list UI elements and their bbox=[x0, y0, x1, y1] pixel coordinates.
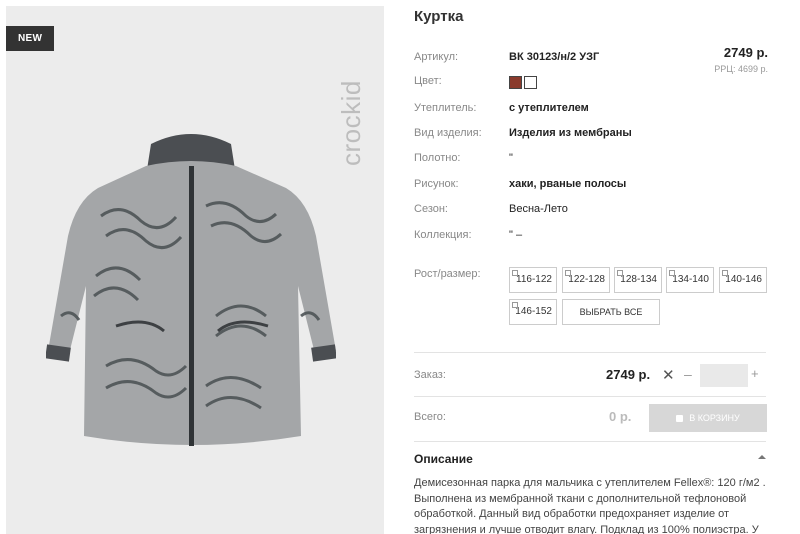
spec-value: хаки, рваные полосы bbox=[509, 178, 627, 190]
order-label: Заказ: bbox=[414, 369, 446, 381]
new-badge: NEW bbox=[6, 26, 55, 51]
brand-logo: crockid bbox=[336, 80, 366, 166]
description-heading[interactable]: Описание bbox=[414, 452, 473, 466]
quantity-input[interactable] bbox=[700, 364, 748, 387]
product-info-panel: Куртка 2749 р. РРЦ: 4699 р. Артикул: ВК … bbox=[414, 0, 774, 534]
spec-value: Весна-Лето bbox=[509, 203, 568, 215]
size-option-146-152[interactable]: 146-152 bbox=[509, 299, 557, 325]
product-image-panel[interactable]: NEW crockid bbox=[6, 6, 384, 534]
checkbox-icon bbox=[617, 270, 623, 276]
size-option-140-146[interactable]: 140-146 bbox=[719, 267, 767, 293]
size-option-128-134[interactable]: 128-134 bbox=[614, 267, 662, 293]
size-option-label: 146-152 bbox=[515, 306, 552, 317]
checkbox-icon bbox=[669, 270, 675, 276]
checkbox-icon bbox=[512, 302, 518, 308]
caret-up-icon[interactable] bbox=[758, 455, 766, 459]
size-option-label: 128-134 bbox=[620, 274, 657, 285]
spec-label: Рисунок: bbox=[414, 178, 459, 190]
cart-icon bbox=[676, 415, 684, 422]
size-option-122-128[interactable]: 122-128 bbox=[562, 267, 610, 293]
spec-value: Изделия из мембраны bbox=[509, 127, 632, 139]
order-price: 2749 р. bbox=[606, 367, 651, 382]
divider bbox=[414, 441, 766, 442]
product-title: Куртка bbox=[414, 8, 464, 25]
spec-value: " – bbox=[509, 229, 523, 241]
add-to-cart-button[interactable]: В КОРЗИНУ bbox=[649, 404, 767, 432]
product-price: 2749 р. bbox=[723, 45, 768, 60]
checkbox-icon bbox=[722, 270, 728, 276]
spec-label: Полотно: bbox=[414, 152, 461, 164]
size-option-label: 116-122 bbox=[516, 274, 552, 285]
spec-label: Рост/размер: bbox=[414, 268, 481, 280]
spec-label: Цвет: bbox=[414, 75, 442, 87]
add-to-cart-label: В КОРЗИНУ bbox=[689, 413, 740, 423]
spec-label: Коллекция: bbox=[414, 229, 472, 241]
checkbox-icon bbox=[565, 270, 571, 276]
spec-label: Артикул: bbox=[414, 51, 459, 63]
checkbox-icon bbox=[512, 270, 518, 276]
divider bbox=[414, 352, 766, 353]
description-text: Демисезонная парка для мальчика с утепли… bbox=[414, 477, 766, 534]
size-option-label: 122-128 bbox=[568, 274, 605, 285]
color-swatch-brown[interactable] bbox=[509, 76, 522, 89]
spec-label: Вид изделия: bbox=[414, 127, 482, 139]
times-icon: ✕ bbox=[662, 367, 675, 384]
total-label: Всего: bbox=[414, 411, 446, 423]
jacket-image bbox=[46, 134, 336, 446]
select-all-sizes-button[interactable]: ВЫБРАТЬ ВСЕ bbox=[562, 299, 660, 325]
brand-logo-text: crockid bbox=[336, 80, 366, 166]
color-swatch-white[interactable] bbox=[524, 76, 537, 89]
quantity-decrease-button[interactable]: – bbox=[684, 366, 692, 382]
quantity-increase-button[interactable]: + bbox=[751, 366, 759, 381]
spec-value: " bbox=[509, 152, 513, 164]
size-option-label: 134-140 bbox=[672, 274, 709, 285]
spec-label: Сезон: bbox=[414, 203, 448, 215]
spec-value: с утеплителем bbox=[509, 102, 589, 114]
size-option-116-122[interactable]: 116-122 bbox=[509, 267, 557, 293]
size-option-label: 140-146 bbox=[725, 274, 762, 285]
total-value: 0 р. bbox=[609, 409, 632, 424]
spec-value: ВК 30123/н/2 УЗГ bbox=[509, 51, 600, 63]
recommended-price: РРЦ: 4699 р. bbox=[714, 64, 768, 74]
size-option-134-140[interactable]: 134-140 bbox=[666, 267, 714, 293]
divider bbox=[414, 396, 766, 397]
spec-label: Утеплитель: bbox=[414, 102, 477, 114]
